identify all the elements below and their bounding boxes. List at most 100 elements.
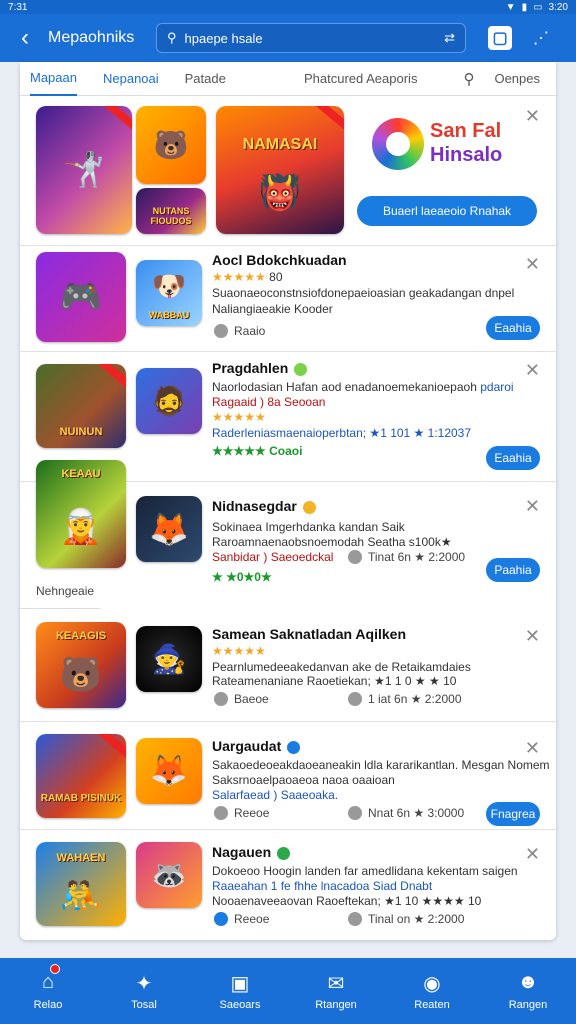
list-item[interactable]: KEAAGIS 🐻 🧙 Samean Saknatladan Aqilken ★… — [20, 612, 556, 722]
ribbon — [98, 364, 126, 390]
stat-chip: 1 iat 6n ★ 2:2000 — [348, 692, 462, 706]
nav-label: Saeoars — [219, 999, 261, 1011]
open-button[interactable]: Eaahia — [486, 446, 540, 470]
promo-cta-button[interactable]: Buaerl laeaeoio Rnahak — [357, 196, 537, 226]
close-icon[interactable]: ✕ — [525, 738, 540, 759]
item-title: Nagauen — [212, 844, 291, 860]
tab-4[interactable]: Oenpes — [494, 62, 540, 96]
ribbon — [98, 734, 126, 760]
item-desc: Raroamnaenaobsnoemodah Seatha s100k★ — [212, 535, 452, 549]
app-icon: 🎮 — [36, 252, 126, 342]
promo-tile-2[interactable]: 🐻 — [136, 106, 206, 184]
search-icon[interactable]: ⚲ — [463, 70, 474, 88]
character-icon: 🐶 — [151, 270, 187, 302]
tab-0[interactable]: Mapaan — [30, 62, 77, 96]
results-panel: Mapaan Nepanoai Patade Phatcured Aeapori… — [20, 62, 556, 940]
item-desc: Naliangiaeakie Kooder — [212, 302, 333, 316]
info-icon — [214, 912, 228, 926]
item-green-line: ★ ★0★0★ — [212, 570, 272, 584]
character-icon: 🦝 — [151, 859, 187, 891]
item-rating-line: Raderleniasmaenaioperbtan; ★1 101 ★ 1:12… — [212, 426, 472, 440]
battery-icon: ▭ — [533, 1, 543, 13]
nav-label: Rangen — [508, 999, 548, 1011]
share-icon[interactable]: ⇄ — [444, 30, 455, 46]
list-item[interactable]: WAHAEN 🤼 🦝 Nagauen Dokoeoo Hoogin landen… — [20, 830, 556, 940]
nav-item-5[interactable]: ◉ Reaten — [384, 958, 480, 1024]
desc-link[interactable]: pdaroi — [480, 380, 513, 394]
character-icon: 🧙 — [151, 643, 187, 675]
info-chip[interactable]: Raaio — [214, 324, 265, 338]
desc-text: Naorlodasian Hafan aod enadanoemekanioep… — [212, 380, 477, 394]
nav-item-home[interactable]: ⌂ Relao — [0, 958, 96, 1024]
item-desc: Sakaoedeoeakdaoeaneakin ldla kararikantl… — [212, 758, 550, 772]
promo-tile-1[interactable]: 🤺 — [36, 106, 132, 234]
tab-1[interactable]: Nepanoai — [103, 62, 159, 96]
close-icon[interactable]: ✕ — [525, 844, 540, 865]
nav-item-3[interactable]: ▣ Saeoars — [192, 958, 288, 1024]
rating-count: 80 — [269, 270, 283, 284]
item-desc: Ragaaid ) 8a Seooan — [212, 395, 326, 409]
item-desc: Rateamenaniane Raoetiekan; ★1 1 0 ★ ★ 10 — [212, 674, 457, 688]
search-input[interactable]: ⚲ hpaepe hsale ⇄ — [156, 23, 466, 53]
nav-label: Rtangen — [315, 999, 357, 1011]
brand-logo: San Fal Hinsalo — [372, 114, 512, 176]
character-icon: 👹 — [258, 174, 302, 213]
globe-icon: ◉ — [423, 973, 441, 995]
close-icon[interactable]: ✕ — [525, 106, 540, 127]
promo-banner: 🤺 🐻 NUTANS FIOUDOS NAMASAI 👹 San Fal Hin… — [20, 96, 556, 246]
rating-stars: ★★★★★ — [212, 644, 266, 658]
nav-item-6[interactable]: ☻ Rangen — [480, 958, 576, 1024]
info-chip[interactable]: Baeoe — [214, 692, 269, 706]
open-button[interactable]: Fnagrea — [486, 802, 540, 826]
nav-item-4[interactable]: ✉ Rtangen — [288, 958, 384, 1024]
app-icon: WAHAEN 🤼 — [36, 842, 126, 926]
window-icon[interactable]: ▢ — [488, 26, 512, 50]
item-rating: ★★★★★ — [212, 644, 266, 658]
tab-3[interactable]: Phatcured Aeaporis — [304, 62, 417, 96]
close-icon[interactable]: ✕ — [525, 360, 540, 381]
tile-label: KEAAU — [61, 468, 101, 480]
info-chip[interactable]: Reeoe — [214, 912, 269, 926]
brand-mark-icon — [372, 118, 424, 170]
verified-icon — [287, 740, 301, 754]
status-right-text: 3:20 — [548, 1, 568, 13]
notification-badge — [49, 964, 60, 974]
promo-tile-label: NAMASAI — [242, 136, 318, 153]
brand-line-2: Hinsalo — [430, 144, 503, 166]
item-desc: Salarfaead ) Saaeoaka. — [212, 788, 339, 802]
tab-bar: Mapaan Nepanoai Patade Phatcured Aeapori… — [20, 62, 556, 96]
list-item[interactable]: KEAAU 🧝 🦊 Nidnasegdar Sokinaea Imgerhdan… — [20, 460, 556, 600]
more-icon[interactable]: ⋰ — [526, 23, 556, 53]
app-icon: KEAAU 🧝 — [36, 460, 126, 568]
item-desc: Raaeahan 1 fe fhhe lnacadoa Siad Dnabt — [212, 879, 433, 893]
item-title: Samean Saknatladan Aqilken — [212, 626, 406, 642]
verified-icon — [277, 846, 291, 860]
app-icon: 🦊 — [136, 496, 202, 562]
stat-text: Nnat 6n ★ 3:0000 — [368, 806, 465, 820]
nav-item-2[interactable]: ✦ Tosal — [96, 958, 192, 1024]
open-button[interactable]: Eaahia — [486, 316, 540, 340]
tab-2[interactable]: Patade — [185, 62, 226, 96]
promo-tile-4[interactable]: NAMASAI 👹 — [216, 106, 344, 234]
item-desc: Sanbidar ) Saeoedckal — [212, 550, 334, 564]
info-icon — [348, 806, 362, 820]
stat-text: Tinal on ★ 2:2000 — [368, 912, 465, 926]
close-icon[interactable]: ✕ — [525, 626, 540, 647]
close-icon[interactable]: ✕ — [525, 496, 540, 517]
search-icon: ⚲ — [167, 30, 177, 45]
app-icon: 🦊 — [136, 738, 202, 804]
status-icons: ▼ ▮ ▭ 3:20 — [506, 2, 568, 13]
close-icon[interactable]: ✕ — [525, 254, 540, 275]
list-item[interactable]: RAMAB PISINUK 🦊 Uargaudat Sakaoedeoeakda… — [20, 722, 556, 830]
promo-tile-3[interactable]: NUTANS FIOUDOS — [136, 188, 206, 234]
stat-chip: Tinat 6n ★ 2:2000 — [348, 550, 465, 564]
info-chip[interactable]: Reeoe — [214, 806, 269, 820]
profile-icon: ☻ — [517, 971, 539, 993]
open-button[interactable]: Paahia — [486, 558, 540, 582]
list-item[interactable]: 🎮 🐶 WABBAU Aocl Bdokchkuadan ★★★★★ 80 Su… — [20, 246, 556, 352]
character-icon: 🧝 — [59, 507, 103, 546]
back-arrow-icon[interactable]: ‹ — [10, 24, 40, 52]
brand-line-1: San Fal — [430, 120, 502, 142]
info-icon — [214, 692, 228, 706]
nav-label: Tosal — [131, 999, 157, 1011]
